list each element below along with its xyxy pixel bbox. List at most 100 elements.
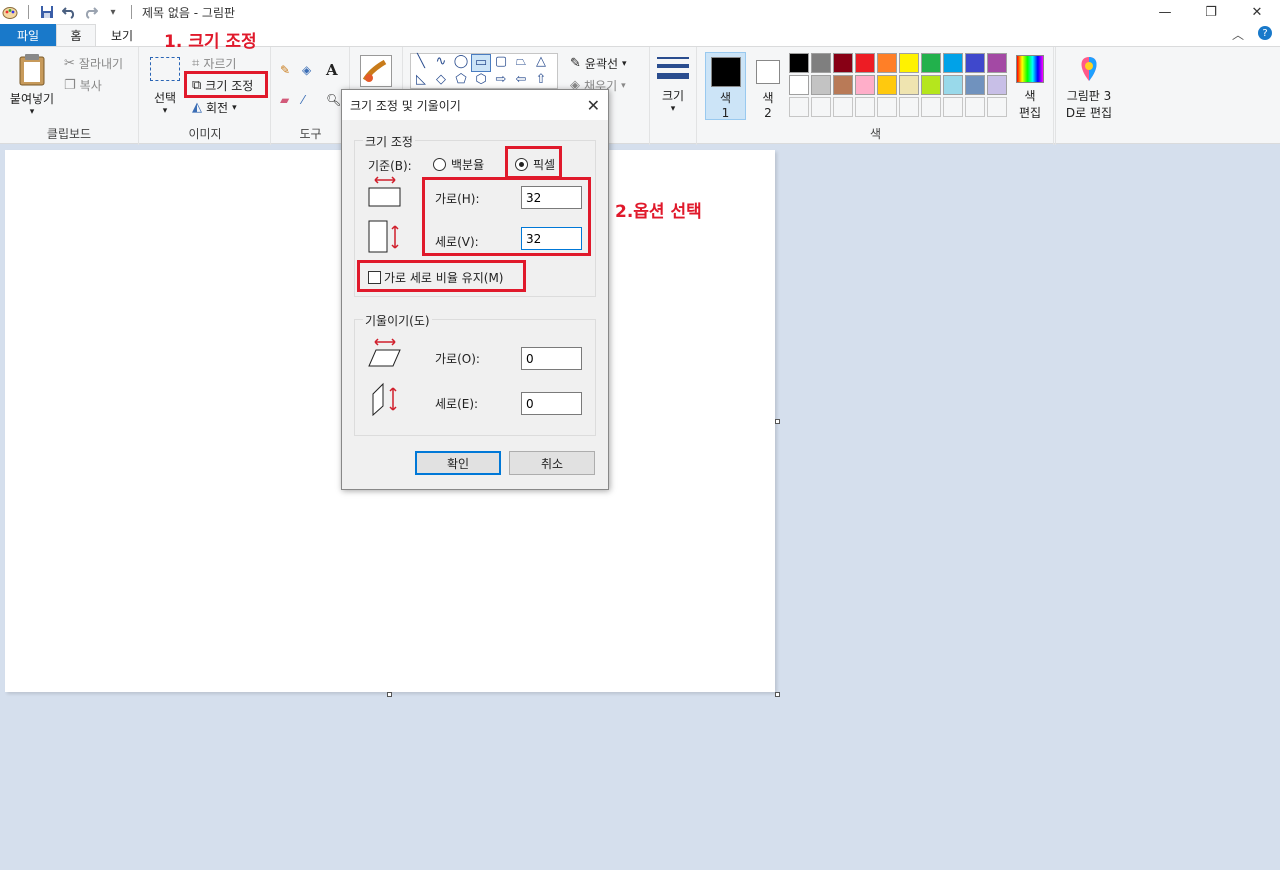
arrow-left-shape-icon[interactable]: ⇦ — [511, 72, 531, 90]
palette-swatch[interactable] — [899, 97, 919, 117]
palette-swatch[interactable] — [833, 75, 853, 95]
pentagon-shape-icon[interactable]: ⬠ — [451, 72, 471, 90]
color1-button[interactable]: 색 1 — [705, 52, 746, 120]
palette-swatch[interactable] — [921, 53, 941, 73]
restore-icon[interactable]: ❐ — [1188, 0, 1234, 24]
cut-button[interactable]: ✂ 잘라내기 — [64, 55, 123, 72]
eraser-icon[interactable]: ▰ — [280, 93, 289, 107]
palette-swatch[interactable] — [987, 75, 1007, 95]
hexagon-shape-icon[interactable]: ⬡ — [471, 72, 491, 90]
rotate-button[interactable]: ◭ 회전 ▾ — [192, 99, 237, 116]
palette-swatch[interactable] — [943, 75, 963, 95]
percent-radio[interactable]: 백분율 — [433, 156, 484, 173]
tab-home[interactable]: 홈 — [56, 24, 96, 46]
palette-swatch[interactable] — [965, 75, 985, 95]
triangle-shape-icon[interactable]: △ — [531, 54, 551, 72]
shapes-gallery[interactable]: ╲ ∿ ◯ ▭ ▢ ⏢ △ ◺ ◇ ⬠ ⬡ ⇨ ⇦ ⇧ — [410, 53, 558, 89]
palette-swatch[interactable] — [899, 53, 919, 73]
palette-swatch[interactable] — [855, 97, 875, 117]
palette-swatch[interactable] — [899, 75, 919, 95]
skew-vertical-label: 세로(E): — [435, 397, 479, 411]
line-shape-icon[interactable]: ╲ — [411, 54, 431, 72]
magnifier-icon[interactable]: 🔍︎ — [326, 93, 341, 107]
palette-swatch[interactable] — [987, 53, 1007, 73]
palette-swatch[interactable] — [965, 97, 985, 117]
palette-swatch[interactable] — [789, 75, 809, 95]
palette-swatch[interactable] — [943, 97, 963, 117]
copy-button[interactable]: ❐ 복사 — [64, 77, 102, 94]
crop-button[interactable]: ⌗ 자르기 — [192, 55, 236, 72]
polygon-shape-icon[interactable]: ⏢ — [511, 54, 531, 72]
palette-swatch[interactable] — [921, 75, 941, 95]
select-label: 선택 — [153, 91, 177, 105]
text-icon[interactable]: A — [326, 61, 338, 79]
fill-icon[interactable]: ◈ — [302, 63, 311, 77]
tab-view[interactable]: 보기 — [96, 24, 148, 46]
curve-shape-icon[interactable]: ∿ — [431, 54, 451, 72]
step2-annotation: 2.옵션 선택 — [615, 202, 702, 222]
palette-swatch[interactable] — [921, 97, 941, 117]
oval-shape-icon[interactable]: ◯ — [451, 54, 471, 72]
help-icon[interactable]: ? — [1258, 26, 1272, 40]
color-picker-icon[interactable]: ⁄ — [302, 93, 304, 107]
undo-icon[interactable] — [61, 4, 77, 20]
palette-swatch[interactable] — [789, 97, 809, 117]
paint-app-icon[interactable] — [2, 4, 18, 20]
skew-horizontal-label: 가로(O): — [435, 352, 480, 366]
save-icon[interactable] — [39, 4, 55, 20]
arrow-right-shape-icon[interactable]: ⇨ — [491, 72, 511, 90]
brush-icon[interactable] — [360, 55, 392, 87]
rounded-rect-shape-icon[interactable]: ▢ — [491, 54, 511, 72]
palette-swatch[interactable] — [811, 75, 831, 95]
cancel-button[interactable]: 취소 — [509, 451, 595, 475]
arrow-up-shape-icon[interactable]: ⇧ — [531, 72, 551, 90]
outline-dropdown-icon: ▾ — [622, 58, 627, 69]
palette-swatch[interactable] — [789, 53, 809, 73]
rotate-label: 회전 — [206, 101, 229, 115]
palette-swatch[interactable] — [833, 97, 853, 117]
palette-swatch[interactable] — [811, 97, 831, 117]
outline-label: 윤곽선 — [584, 57, 619, 71]
skew-vertical-input[interactable] — [521, 392, 582, 415]
diamond-shape-icon[interactable]: ◇ — [431, 72, 451, 90]
resize-handle-bottom[interactable] — [387, 692, 392, 697]
palette-swatch[interactable] — [877, 97, 897, 117]
select-button[interactable]: 선택 ▾ — [148, 57, 182, 116]
redo-icon[interactable] — [83, 4, 99, 20]
customize-icon[interactable]: ▾ — [105, 4, 121, 20]
edit-colors-button[interactable]: 색 편집 — [1010, 55, 1050, 121]
clipboard-group: 붙여넣기 ▾ ✂ 잘라내기 ❐ 복사 클립보드 — [0, 47, 139, 145]
skew-horizontal-input[interactable] — [521, 347, 582, 370]
vertical-resize-icon — [368, 220, 402, 257]
resize-handle-right[interactable] — [775, 419, 780, 424]
palette-swatch[interactable] — [987, 97, 1007, 117]
percent-radio-button[interactable] — [433, 158, 446, 171]
minimize-icon[interactable]: — — [1142, 0, 1188, 24]
palette-swatch[interactable] — [965, 53, 985, 73]
palette-swatch[interactable] — [943, 53, 963, 73]
pixel-highlight-box — [505, 146, 562, 179]
pencil-icon[interactable]: ✎ — [280, 63, 290, 77]
color2-swatch — [756, 60, 780, 84]
close-icon[interactable]: ✕ — [1234, 0, 1280, 24]
right-triangle-shape-icon[interactable]: ◺ — [411, 72, 431, 90]
outline-button[interactable]: ✎ 윤곽선 ▾ — [570, 55, 627, 72]
rectangle-shape-icon[interactable]: ▭ — [471, 54, 491, 72]
palette-swatch[interactable] — [811, 53, 831, 73]
ok-button[interactable]: 확인 — [415, 451, 501, 475]
paste-button[interactable]: 붙여넣기 ▾ — [6, 53, 58, 117]
color2-button[interactable]: 색 2 — [750, 52, 786, 120]
palette-swatch[interactable] — [833, 53, 853, 73]
paint3d-button[interactable]: 그림판 3 D로 편집 — [1060, 55, 1118, 121]
dialog-close-icon[interactable]: ✕ — [587, 96, 600, 115]
palette-swatch[interactable] — [877, 75, 897, 95]
paint3d-label-2: D로 편집 — [1065, 106, 1113, 120]
tab-file[interactable]: 파일 — [0, 24, 56, 46]
resize-handle-corner[interactable] — [775, 692, 780, 697]
palette-swatch[interactable] — [877, 53, 897, 73]
size-button[interactable]: 크기 ▾ — [657, 57, 689, 114]
collapse-ribbon-icon[interactable]: ︿ — [1232, 26, 1244, 43]
edit-colors-label-2: 편집 — [1018, 106, 1042, 120]
palette-swatch[interactable] — [855, 53, 875, 73]
palette-swatch[interactable] — [855, 75, 875, 95]
